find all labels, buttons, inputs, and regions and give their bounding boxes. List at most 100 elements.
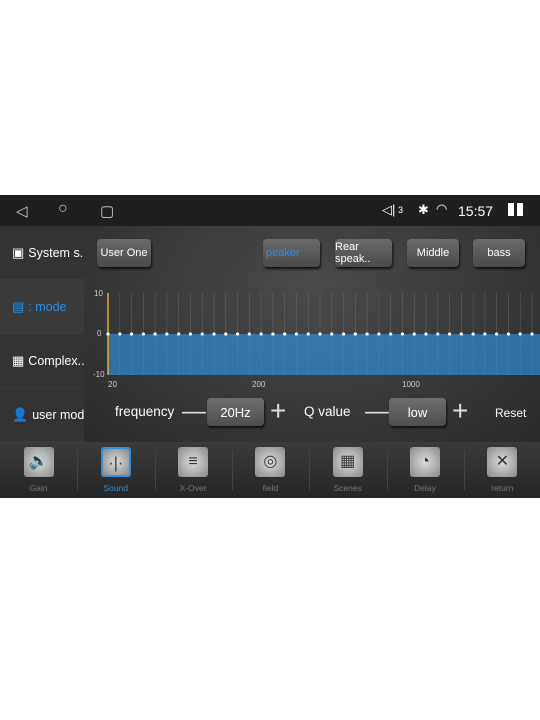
- x-over-icon: ≡: [178, 447, 209, 477]
- band-point: [506, 332, 511, 336]
- sidebar-item-mode[interactable]: ▤: mode: [0, 280, 84, 334]
- channel-button-bass[interactable]: bass: [473, 239, 525, 267]
- return-icon: ✕: [487, 447, 518, 477]
- band-point: [377, 332, 381, 336]
- toolbar-label: Gain: [29, 483, 48, 493]
- user-icon: 👤: [12, 406, 29, 422]
- toolbar-item-return[interactable]: ✕ return: [464, 442, 540, 498]
- band-point: [353, 332, 357, 336]
- grid-icon: ▦: [12, 352, 25, 368]
- band-point: [235, 332, 240, 336]
- toolbar-label: X-Over: [179, 483, 207, 493]
- toolbar-label: Sound: [103, 483, 129, 493]
- divider: [386, 450, 388, 490]
- toolbar-item-gain[interactable]: 🔊 Gain: [0, 442, 77, 498]
- band-point: [271, 332, 275, 336]
- device-screen: ◁ ○ ▢ ◁| 3 ✱ ◠ 15:57 ▣ System s.. ▤: mode…: [0, 195, 540, 498]
- band-point: [471, 332, 475, 336]
- toolbar-label: return: [491, 483, 514, 493]
- band-point: [389, 332, 393, 336]
- divider: [309, 450, 311, 490]
- toolbar-item-sound[interactable]: ·|· Sound: [77, 442, 154, 498]
- q-minus-button[interactable]: —: [365, 398, 389, 426]
- q-plus-button[interactable]: +: [452, 395, 468, 427]
- scenes-icon: ▦: [332, 447, 363, 477]
- clock: 15:57: [458, 203, 494, 219]
- sound-icon: ·|·: [100, 447, 131, 477]
- band-point: [294, 332, 299, 336]
- band-point: [341, 332, 346, 336]
- sidebar-item-label: System s..: [28, 245, 87, 260]
- delay-icon: ◔: [410, 447, 440, 477]
- band-point: [118, 332, 122, 336]
- status-bar: ◁ ○ ▢ ◁| 3 ✱ ◠ 15:57: [0, 195, 540, 226]
- divider: [463, 450, 465, 490]
- band-point: [495, 332, 499, 336]
- toolbar-item-x-over[interactable]: ≡ X-Over: [155, 442, 232, 498]
- user-preset-button[interactable]: User One: [97, 239, 151, 267]
- band-point: [436, 332, 440, 336]
- frequency-label: frequency: [115, 404, 175, 419]
- toolbar-item-field[interactable]: ◎ field: [232, 442, 309, 498]
- band-point: [259, 332, 263, 336]
- toolbar-label: field: [262, 483, 279, 493]
- band-point: [188, 332, 193, 336]
- back-icon[interactable]: ◁: [16, 202, 28, 220]
- band-point: [365, 332, 369, 336]
- frequency-minus-button[interactable]: —: [182, 398, 206, 426]
- sidebar: ▣ System s.. ▤: mode ▦ Complex.. 👤 user mod…: [0, 226, 91, 442]
- frequency-plus-button[interactable]: +: [270, 395, 286, 427]
- band-point: [200, 332, 204, 336]
- band-point: [483, 332, 487, 336]
- y-tick: -10: [93, 370, 105, 379]
- wifi-icon: ◠: [436, 201, 448, 216]
- toolbar-item-scenes[interactable]: ▦ Scenes: [309, 442, 386, 498]
- toolbar-item-delay[interactable]: ◔ Delay: [387, 442, 464, 498]
- sidebar-item-label: user mod..: [32, 407, 92, 422]
- channel-button-rear[interactable]: Rear speak..: [335, 239, 392, 267]
- band-point: [330, 332, 334, 336]
- split-screen-icon[interactable]: [508, 203, 523, 216]
- y-tick: 0: [97, 329, 102, 338]
- band-point: [306, 332, 310, 336]
- recents-icon[interactable]: ▢: [100, 202, 114, 220]
- y-tick: 10: [94, 289, 103, 298]
- channel-button-speaker[interactable]: peaker: [263, 239, 320, 267]
- divider: [154, 450, 156, 490]
- waveform-icon: ▣: [12, 244, 25, 260]
- bottom-toolbar: 🔊 Gain ·|· Sound ≡ X-Over ◎ field ▦ Scenes ◔ Delay ✕…: [0, 442, 540, 498]
- volume-icon: ◁|: [382, 202, 396, 217]
- band-point: [412, 332, 416, 336]
- toolbar-label: Scenes: [333, 483, 362, 493]
- reset-button[interactable]: Reset: [495, 406, 526, 420]
- mode-icon: ▤: [12, 298, 25, 314]
- x-tick: 20: [108, 380, 117, 389]
- sidebar-item-system[interactable]: ▣ System s..: [0, 226, 87, 280]
- band-point: [459, 332, 463, 336]
- bluetooth-icon: ✱: [418, 202, 429, 217]
- divider: [231, 450, 233, 490]
- gain-icon: 🔊: [23, 447, 54, 477]
- q-value-label: Q value: [304, 404, 351, 419]
- band-point: [530, 332, 534, 336]
- band-point: [424, 332, 428, 336]
- band-point: [106, 332, 110, 336]
- band-point: [224, 332, 228, 336]
- frequency-value[interactable]: 20Hz: [207, 398, 264, 426]
- band-point: [165, 332, 169, 336]
- q-value[interactable]: low: [389, 398, 446, 426]
- sidebar-item-complex[interactable]: ▦ Complex..: [0, 334, 85, 388]
- divider: [77, 450, 79, 490]
- eq-curve-fill: [108, 334, 540, 375]
- band-point: [141, 332, 145, 336]
- sidebar-item-label: Complex..: [28, 353, 85, 368]
- eq-panel: User One peaker Rear speak.. Middle bass…: [84, 226, 540, 442]
- sidebar-item-label: : mode: [28, 299, 67, 314]
- channel-button-middle[interactable]: Middle: [407, 239, 459, 267]
- band-point: [153, 332, 157, 336]
- band-point: [177, 332, 181, 336]
- toolbar-label: Delay: [414, 483, 436, 493]
- x-tick: 1000: [402, 380, 420, 389]
- home-icon[interactable]: ○: [58, 200, 68, 218]
- sidebar-item-user-mode[interactable]: 👤 user mod..: [0, 388, 91, 442]
